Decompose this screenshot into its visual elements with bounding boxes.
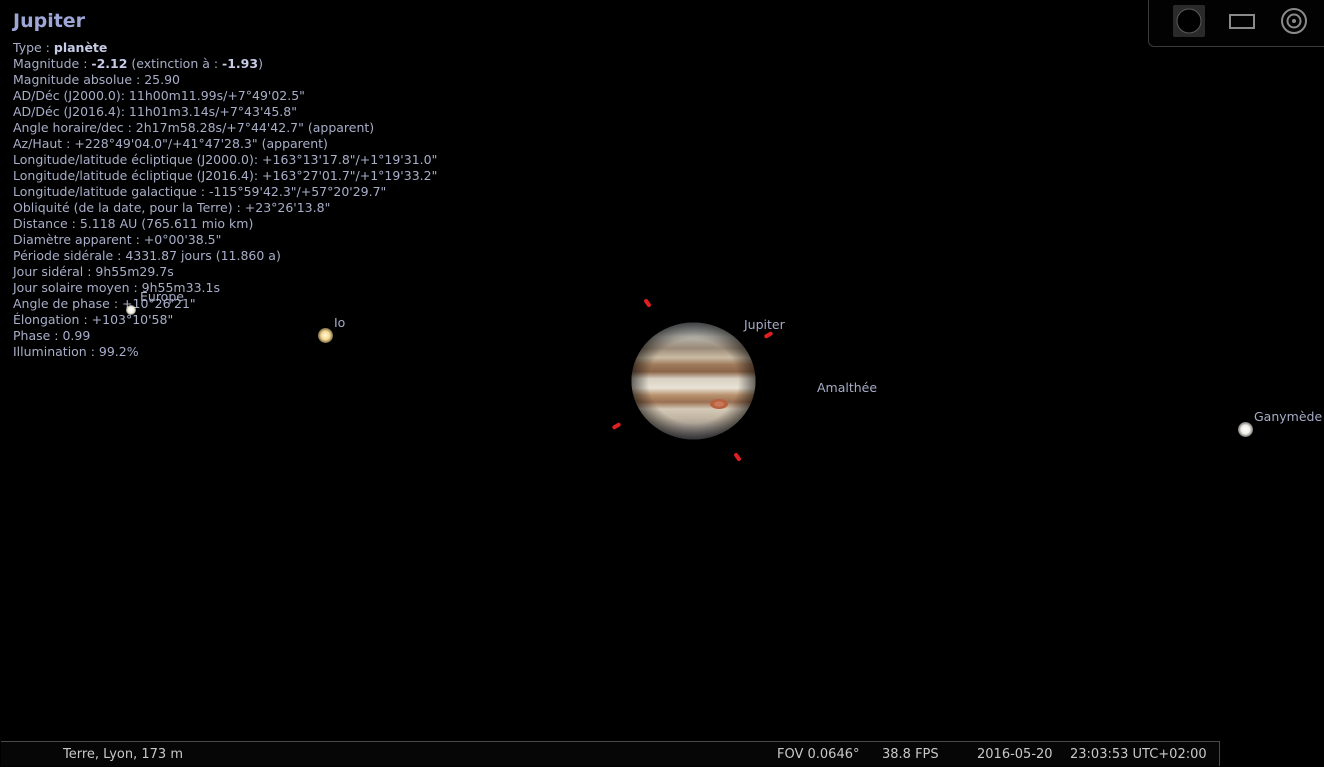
info-line: Jour solaire moyen : 9h55m33.1s [13, 280, 220, 295]
info-line: Période sidérale : 4331.87 jours (11.860… [13, 248, 281, 263]
info-line: Longitude/latitude écliptique (J2016.4):… [13, 168, 438, 183]
selection-marker [733, 452, 742, 462]
info-line: Phase : 0.99 [13, 328, 91, 343]
europe-moon[interactable] [126, 305, 136, 315]
info-type: Type : planète [13, 40, 108, 55]
target-circle-icon[interactable] [1278, 5, 1310, 37]
view-toolbar [1148, 0, 1324, 47]
info-magnitude: Magnitude : -2.12 (extinction à : -1.93) [13, 56, 263, 71]
jupiter-disk-graphic [631, 322, 756, 440]
info-line: Angle horaire/dec : 2h17m58.28s/+7°44'42… [13, 120, 375, 135]
info-line: Jour sidéral : 9h55m29.7s [13, 264, 174, 279]
fov-text: FOV 0.0646° [777, 747, 860, 762]
jupiter-label: Jupiter [744, 317, 785, 332]
info-line: AD/Déc (J2000.0): 11h00m11.99s/+7°49'02.… [13, 88, 305, 103]
selection-marker [763, 331, 774, 339]
info-line: Magnitude absolue : 25.90 [13, 72, 180, 87]
info-line: Distance : 5.118 AU (765.611 mio km) [13, 216, 254, 231]
ocular-frame-icon[interactable] [1226, 5, 1258, 37]
info-line: Élongation : +103°10'58" [13, 312, 174, 327]
info-line: Illumination : 99.2% [13, 344, 139, 359]
amalthee-label: Amalthée [817, 380, 878, 395]
sky-view[interactable]: Jupiter Type : planète Magnitude : -2.12… [0, 0, 1324, 767]
object-info-panel: Jupiter Type : planète Magnitude : -2.12… [13, 8, 437, 360]
io-moon[interactable] [318, 328, 333, 343]
info-line: Diamètre apparent : +0°00'38.5" [13, 232, 222, 247]
location-text[interactable]: Terre, Lyon, 173 m [63, 747, 183, 762]
object-title: Jupiter [13, 10, 86, 32]
selection-marker [611, 422, 622, 430]
ganymede-moon[interactable] [1238, 422, 1253, 437]
info-line: Az/Haut : +228°49'04.0"/+41°47'28.3" (ap… [13, 136, 328, 151]
io-label: Io [334, 315, 346, 330]
fps-text: 38.8 FPS [882, 747, 939, 762]
info-line: Angle de phase : +10°26'21" [13, 296, 196, 311]
time-text[interactable]: 23:03:53 UTC+02:00 [1070, 747, 1207, 762]
ganymede-label: Ganymède [1254, 409, 1323, 424]
selection-marker [643, 298, 652, 308]
status-bar: Terre, Lyon, 173 m FOV 0.0646° 38.8 FPS … [1, 741, 1220, 766]
planet-disk-icon[interactable] [1173, 5, 1205, 37]
date-text[interactable]: 2016-05-20 [977, 747, 1053, 762]
info-line: AD/Déc (J2016.4): 11h01m3.14s/+7°43'45.8… [13, 104, 297, 119]
info-line: Longitude/latitude écliptique (J2000.0):… [13, 152, 438, 167]
jupiter-planet[interactable] [631, 322, 756, 440]
info-line: Obliquité (de la date, pour la Terre) : … [13, 200, 331, 215]
europe-label: Europe [140, 289, 184, 304]
info-line: Longitude/latitude galactique : -115°59'… [13, 184, 387, 199]
